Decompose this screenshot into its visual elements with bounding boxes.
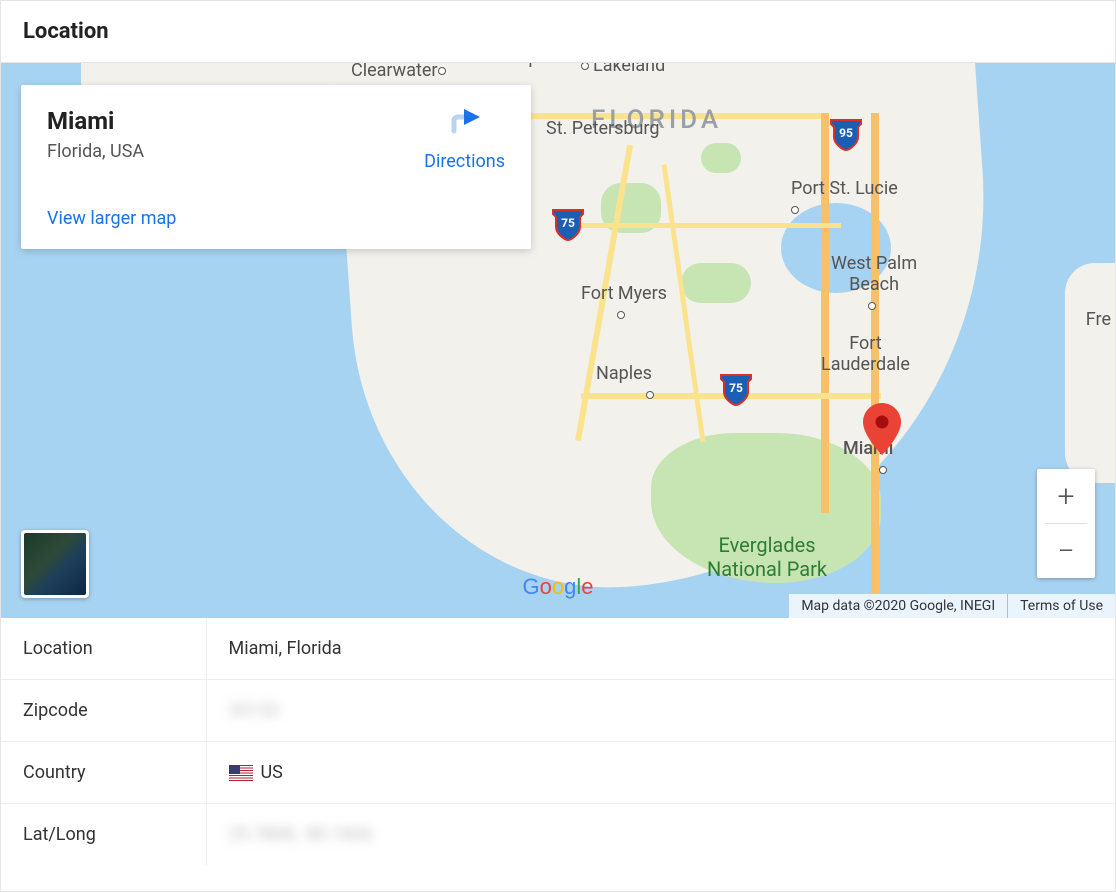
park-shape bbox=[681, 263, 751, 303]
shield-i95: 95 bbox=[829, 118, 863, 152]
map-pin-icon bbox=[863, 403, 901, 455]
directions-label: Directions bbox=[424, 151, 505, 172]
terms-link[interactable]: Terms of Use bbox=[1007, 594, 1115, 618]
city-tampa: Tampa bbox=[481, 63, 548, 68]
shield-label: 75 bbox=[551, 216, 585, 230]
shield-label: 75 bbox=[719, 381, 753, 395]
city-fortmyers: Fort Myers bbox=[581, 283, 667, 325]
city-freeport: Fre bbox=[1086, 309, 1111, 330]
zoom-in-button[interactable]: + bbox=[1037, 469, 1095, 523]
directions-icon bbox=[448, 107, 482, 141]
info-subtitle: Florida, USA bbox=[47, 141, 144, 162]
us-flag-icon bbox=[229, 765, 253, 781]
park-shape bbox=[701, 143, 741, 173]
detail-value: 33132 bbox=[206, 680, 1115, 742]
road bbox=[821, 113, 829, 513]
table-row: Lat/Long25.7808, -80.1826 bbox=[1, 804, 1115, 866]
detail-key: Location bbox=[1, 618, 206, 680]
city-portstlucie: Port St. Lucie bbox=[791, 178, 898, 220]
satellite-icon bbox=[24, 533, 86, 595]
city-naples: Naples bbox=[596, 363, 658, 405]
zoom-out-button[interactable]: − bbox=[1037, 524, 1095, 578]
panel-title: Location bbox=[23, 19, 1093, 44]
google-logo: Google bbox=[522, 574, 593, 600]
city-lakeland: Lakeland bbox=[581, 63, 665, 76]
city-fortlauderdale: Fort Lauderdale bbox=[821, 333, 910, 375]
table-row: LocationMiami, Florida bbox=[1, 618, 1115, 680]
detail-key: Lat/Long bbox=[1, 804, 206, 866]
city-stpetersburg: St. Petersburg bbox=[546, 118, 659, 139]
city-clearwater: Clearwater bbox=[351, 63, 450, 81]
satellite-toggle[interactable] bbox=[21, 530, 89, 598]
detail-key: Zipcode bbox=[1, 680, 206, 742]
detail-value: 25.7808, -80.1826 bbox=[206, 804, 1115, 866]
map-info-card: Miami Florida, USA Directions View large… bbox=[21, 85, 531, 249]
zoom-control: + − bbox=[1037, 469, 1095, 578]
panel-header: Location bbox=[1, 1, 1115, 63]
detail-key: Country bbox=[1, 742, 206, 804]
directions-button[interactable]: Directions bbox=[424, 107, 505, 172]
park-everglades-label: Everglades National Park bbox=[707, 533, 827, 581]
attribution-text: Map data ©2020 Google, INEGI bbox=[789, 594, 1007, 618]
location-panel: Location FLORIDA 95 75 75 bbox=[0, 0, 1116, 892]
map-attribution: Map data ©2020 Google, INEGI Terms of Us… bbox=[789, 594, 1115, 618]
shield-label: 95 bbox=[829, 126, 863, 140]
info-title: Miami bbox=[47, 107, 144, 135]
map[interactable]: FLORIDA 95 75 75 Clearwater Tampa Lakela… bbox=[1, 63, 1115, 618]
detail-value: Miami, Florida bbox=[206, 618, 1115, 680]
detail-value: US bbox=[206, 742, 1115, 804]
shield-i75: 75 bbox=[551, 208, 585, 242]
shield-i75: 75 bbox=[719, 373, 753, 407]
details-table: LocationMiami, FloridaZipcode33132Countr… bbox=[1, 618, 1115, 865]
view-larger-map-link[interactable]: View larger map bbox=[47, 208, 176, 229]
table-row: Zipcode33132 bbox=[1, 680, 1115, 742]
city-westpalmbeach: West Palm Beach bbox=[831, 253, 917, 316]
landmass-east bbox=[1065, 263, 1115, 483]
road bbox=[561, 223, 841, 228]
table-row: CountryUS bbox=[1, 742, 1115, 804]
